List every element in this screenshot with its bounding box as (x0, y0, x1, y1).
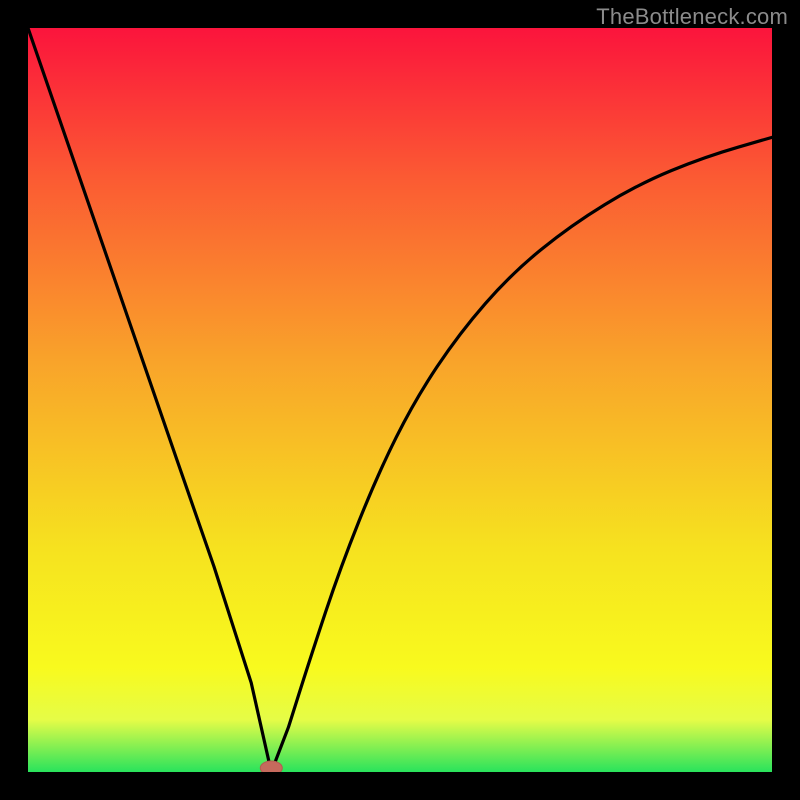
chart-frame: TheBottleneck.com (0, 0, 800, 800)
plot-area (28, 28, 772, 772)
plot-svg (28, 28, 772, 772)
minimum-marker (260, 761, 282, 772)
gradient-background (28, 28, 772, 772)
watermark-label: TheBottleneck.com (596, 4, 788, 30)
